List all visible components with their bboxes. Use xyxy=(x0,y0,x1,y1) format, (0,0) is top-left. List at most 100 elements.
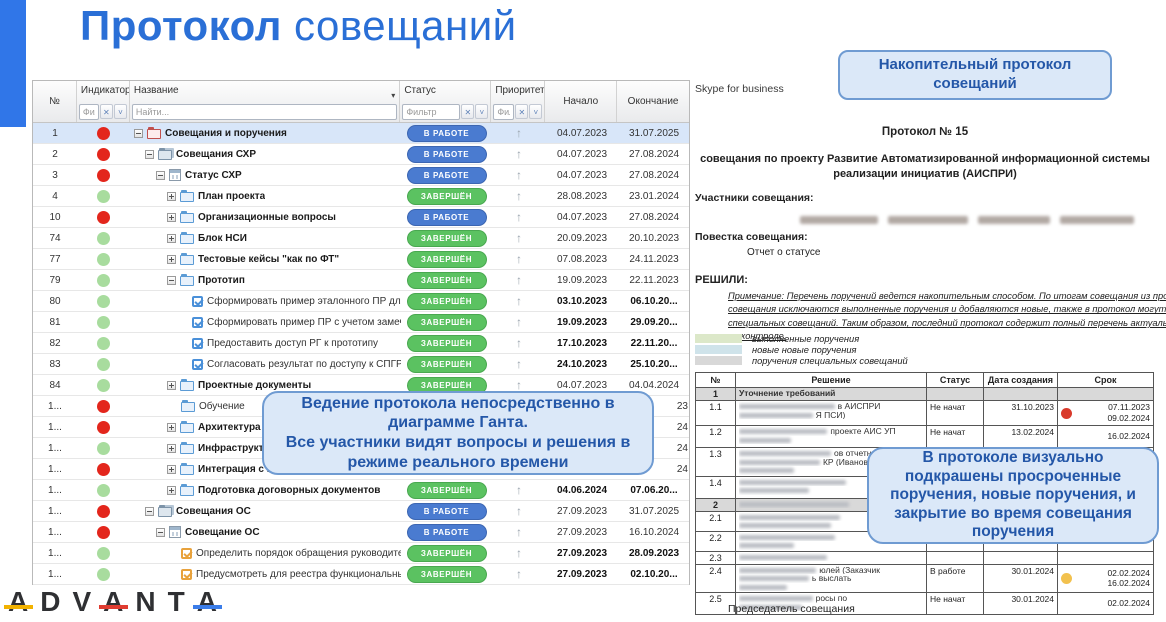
expand-icon[interactable] xyxy=(167,213,176,222)
legend-row: выполненные поручения xyxy=(695,333,908,344)
redacted-text xyxy=(739,480,846,485)
gantt-row[interactable]: 79ПрототипЗАВЕРШЁН↑19.09.202322.11.2023 xyxy=(33,270,689,291)
gantt-row[interactable]: 1...Определить порядок обращения руковод… xyxy=(33,543,689,564)
collapse-icon[interactable] xyxy=(156,528,165,537)
gantt-row[interactable]: 1Совещания и порученияВ РАБОТЕ↑04.07.202… xyxy=(33,123,689,144)
column-header-num[interactable]: № xyxy=(33,81,77,122)
clear-filter-icon[interactable]: ✕ xyxy=(100,104,113,119)
gantt-row[interactable]: 74Блок НСИЗАВЕРШЁН↑20.09.202320.10.2023 xyxy=(33,228,689,249)
status-cell: В РАБОТЕ xyxy=(401,165,492,185)
participants-redacted xyxy=(800,211,1144,229)
redacted-text xyxy=(739,488,809,493)
solution-line: проекте АИС УП xyxy=(739,427,923,436)
end-date: 27.08.2024 xyxy=(618,165,690,185)
skype-caption: Skype for business xyxy=(695,83,784,95)
start-date: 04.07.2023 xyxy=(546,165,618,185)
row-number: 81 xyxy=(33,312,77,332)
doc-table-row: 2.4юлей (Заказчикь выслатьВ работе30.01.… xyxy=(696,565,1153,594)
gantt-row[interactable]: 3Статус СХРВ РАБОТЕ↑04.07.202327.08.2024 xyxy=(33,165,689,186)
filter-dropdown-icon[interactable]: ˅ xyxy=(529,104,542,119)
indicator-cell xyxy=(77,354,130,374)
gantt-row[interactable]: 83Согласовать результат по доступу к СПГ… xyxy=(33,354,689,375)
gantt-row[interactable]: 80Сформировать пример эталонного ПР для … xyxy=(33,291,689,312)
doc-table-row: 2.3 xyxy=(696,552,1153,565)
priority-cell: ↑ xyxy=(492,480,546,500)
clear-filter-icon[interactable]: ✕ xyxy=(461,104,474,119)
status-filter-input[interactable] xyxy=(402,104,460,120)
gantt-row[interactable]: 2Совещания СХРВ РАБОТЕ↑04.07.202327.08.2… xyxy=(33,144,689,165)
column-header-priority[interactable]: Приоритет ✕ ˅ xyxy=(491,81,545,122)
expand-icon[interactable] xyxy=(167,255,176,264)
expand-icon[interactable] xyxy=(167,423,176,432)
task-name-cell: Определить порядок обращения руководител… xyxy=(130,543,401,563)
doc-legend: выполненные порученияновые новые поручен… xyxy=(695,333,908,366)
collapse-icon[interactable] xyxy=(156,171,165,180)
redacted-text xyxy=(739,468,794,473)
expand-icon[interactable] xyxy=(167,486,176,495)
task-name: Совещания СХР xyxy=(176,149,256,160)
gantt-row[interactable]: 81Сформировать пример ПР с учетом замеча… xyxy=(33,312,689,333)
collapse-icon[interactable] xyxy=(145,150,154,159)
end-date: 31.07.2025 xyxy=(618,123,690,143)
indicator-green-icon xyxy=(97,337,110,350)
column-header-start[interactable]: Начало xyxy=(545,81,617,122)
priority-filter-input[interactable] xyxy=(493,104,514,120)
doc-created-cell xyxy=(984,552,1058,564)
indicator-cell xyxy=(77,291,130,311)
column-header-name[interactable]: Название▾ xyxy=(130,81,400,122)
collapse-icon[interactable] xyxy=(134,129,143,138)
column-header-end[interactable]: Окончание xyxy=(617,81,689,122)
task-name: Предусмотреть для реестра функциональных… xyxy=(196,569,401,580)
doc-row-number: 2.3 xyxy=(696,552,736,564)
expand-icon[interactable] xyxy=(167,381,176,390)
gantt-row[interactable]: 4План проектаЗАВЕРШЁН↑28.08.202323.01.20… xyxy=(33,186,689,207)
folder-icon xyxy=(180,192,194,202)
expand-icon[interactable] xyxy=(167,444,176,453)
task-name: Прототип xyxy=(198,275,245,286)
status-cell: ЗАВЕРШЁН xyxy=(401,333,492,353)
logo-letter: T xyxy=(168,586,185,618)
status-badge: В РАБОТЕ xyxy=(407,503,487,520)
redacted-text xyxy=(739,585,787,590)
gantt-row[interactable]: 1...Предусмотреть для реестра функционал… xyxy=(33,564,689,585)
expand-icon[interactable] xyxy=(167,234,176,243)
expand-icon[interactable] xyxy=(167,465,176,474)
gantt-row[interactable]: 82Предоставить доступ РГ к прототипуЗАВЕ… xyxy=(33,333,689,354)
doc-status-cell: Не начат xyxy=(927,426,984,447)
sort-menu-icon[interactable]: ▾ xyxy=(391,86,395,100)
folder-icon xyxy=(180,381,194,391)
gantt-row[interactable]: 1...Подготовка договорных документовЗАВЕ… xyxy=(33,480,689,501)
task-name: Совещание ОС xyxy=(185,527,260,538)
gantt-row[interactable]: 1...Совещание ОСВ РАБОТЕ↑27.09.202316.10… xyxy=(33,522,689,543)
task-name: Проектные документы xyxy=(198,380,311,391)
gantt-row[interactable]: 1...Совещания ОСВ РАБОТЕ↑27.09.202331.07… xyxy=(33,501,689,522)
folder-icon xyxy=(180,486,194,496)
filter-dropdown-icon[interactable]: ˅ xyxy=(475,104,488,119)
collapse-icon[interactable] xyxy=(167,276,176,285)
doc-due-cell xyxy=(1058,388,1153,400)
collapse-icon[interactable] xyxy=(145,507,154,516)
expand-icon[interactable] xyxy=(167,192,176,201)
task-name-cell: Предусмотреть для реестра функциональных… xyxy=(130,564,401,584)
doc-column-header: Дата создания xyxy=(984,373,1058,387)
gantt-row[interactable]: 77Тестовые кейсы "как по ФТ"ЗАВЕРШЁН↑07.… xyxy=(33,249,689,270)
column-header-indicator[interactable]: Индикатор ✕ ˅ xyxy=(77,81,130,122)
solution-fragment: Я ПСИ) xyxy=(816,411,846,420)
doc-subtitle: совещания по проекту Развитие Автоматизи… xyxy=(690,152,1160,182)
logo-bar xyxy=(99,605,128,609)
column-header-status[interactable]: Статус ✕ ˅ xyxy=(400,81,491,122)
status-badge: ЗАВЕРШЁН xyxy=(407,335,487,352)
indicator-cell xyxy=(77,396,130,416)
doc-solution-cell: в АИСПРИЯ ПСИ) xyxy=(736,401,927,425)
clear-filter-icon[interactable]: ✕ xyxy=(515,104,528,119)
priority-cell: ↑ xyxy=(492,291,546,311)
indicator-filter-input[interactable] xyxy=(79,104,99,120)
priority-up-icon: ↑ xyxy=(516,210,522,224)
end-date: 07.06.20... xyxy=(618,480,690,500)
indicator-cell xyxy=(77,564,130,584)
filter-dropdown-icon[interactable]: ˅ xyxy=(114,104,127,119)
legend-row: новые новые поручения xyxy=(695,344,908,355)
task-name: Блок НСИ xyxy=(198,233,247,244)
gantt-row[interactable]: 10Организационные вопросыВ РАБОТЕ↑04.07.… xyxy=(33,207,689,228)
name-search-input[interactable] xyxy=(132,104,397,120)
